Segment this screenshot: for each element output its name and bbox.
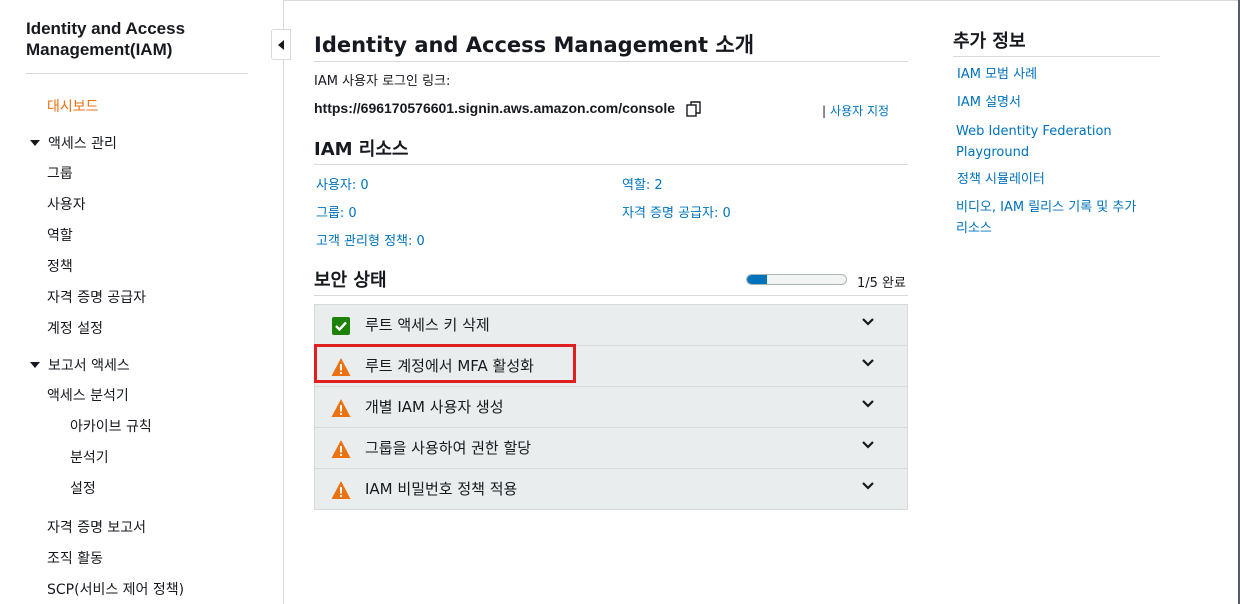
check-icon xyxy=(332,317,350,335)
sidebar-section-access-management[interactable]: 액세스 관리 xyxy=(30,133,117,153)
link-separator: | xyxy=(822,104,827,118)
sidebar-item-account-settings[interactable]: 계정 설정 xyxy=(47,318,103,338)
security-item-create-iam-users[interactable]: 개별 IAM 사용자 생성 xyxy=(315,387,907,428)
security-item-password-policy[interactable]: IAM 비밀번호 정책 적용 xyxy=(315,469,907,510)
sidebar-collapse-button[interactable] xyxy=(271,29,291,60)
chevron-down-icon xyxy=(862,318,874,326)
sidebar-nav: Identity and Access Management(IAM) 대시보드… xyxy=(0,0,284,604)
info-link-policy-simulator[interactable]: 정책 시뮬레이터 xyxy=(957,169,1157,190)
sidebar-item-users[interactable]: 사용자 xyxy=(47,194,86,214)
sidebar-item-identity-providers[interactable]: 자격 증명 공급자 xyxy=(47,287,146,307)
sidebar-section-label: 보고서 액세스 xyxy=(48,358,130,374)
security-status-list: 루트 액세스 키 삭제 루트 계정에서 MFA 활성화 개별 IAM 사용자 생… xyxy=(314,304,908,510)
sidebar-item-policies[interactable]: 정책 xyxy=(47,256,73,276)
warning-icon xyxy=(331,440,351,458)
sidebar-item-analyzer-settings[interactable]: 설정 xyxy=(70,478,96,498)
security-item-delete-root-keys[interactable]: 루트 액세스 키 삭제 xyxy=(315,305,907,346)
resources-divider xyxy=(314,164,908,165)
security-item-label: 루트 액세스 키 삭제 xyxy=(365,316,490,334)
warning-icon xyxy=(331,481,351,499)
chevron-down-icon xyxy=(862,359,874,367)
resource-identity-providers-link[interactable]: 자격 증명 공급자: 0 xyxy=(622,202,731,221)
signin-link-label: IAM 사용자 로그인 링크: xyxy=(314,74,451,89)
sidebar-divider xyxy=(26,73,248,74)
security-item-root-mfa[interactable]: 루트 계정에서 MFA 활성화 xyxy=(315,346,907,387)
info-link-videos-resources[interactable]: 비디오, IAM 릴리스 기록 및 추가 리소스 xyxy=(956,197,1152,239)
resource-users-link[interactable]: 사용자: 0 xyxy=(316,174,369,193)
signin-url: https://696170576601.signin.aws.amazon.c… xyxy=(314,100,676,116)
chevron-down-icon xyxy=(862,400,874,408)
info-divider xyxy=(953,56,1160,57)
resource-roles-link[interactable]: 역할: 2 xyxy=(622,174,663,193)
chevron-down-icon xyxy=(862,441,874,449)
warning-icon xyxy=(331,399,351,417)
customize-link[interactable]: | 사용자 지정 xyxy=(822,102,889,119)
sidebar-section-label: 액세스 관리 xyxy=(48,136,117,152)
sidebar-item-archive-rules[interactable]: 아카이브 규칙 xyxy=(70,416,152,436)
customize-label: 사용자 지정 xyxy=(830,104,890,118)
progress-text: 1/5 완료 xyxy=(857,276,906,291)
info-link-web-identity-playground[interactable]: Web Identity Federation Playground xyxy=(956,121,1156,163)
sidebar-item-analyzers[interactable]: 분석기 xyxy=(70,447,109,467)
sidebar-item-groups[interactable]: 그룹 xyxy=(47,163,73,183)
sidebar-item-access-analyzer[interactable]: 액세스 분석기 xyxy=(47,385,129,405)
progress-fill xyxy=(747,275,767,284)
additional-info-title: 추가 정보 xyxy=(953,31,1026,52)
sidebar-section-access-reports[interactable]: 보고서 액세스 xyxy=(30,355,130,375)
security-item-label: IAM 비밀번호 정책 적용 xyxy=(365,480,518,498)
security-progress-bar xyxy=(746,274,847,285)
sidebar-item-dashboard[interactable]: 대시보드 xyxy=(47,96,99,116)
chevron-down-icon xyxy=(862,482,874,490)
info-link-documentation[interactable]: IAM 설명서 xyxy=(957,92,1157,113)
sidebar-item-credential-report[interactable]: 자격 증명 보고서 xyxy=(47,517,146,537)
caret-down-icon xyxy=(30,140,40,146)
copy-icon[interactable] xyxy=(686,101,701,117)
sidebar-item-scp[interactable]: SCP(서비스 제어 정책) xyxy=(47,579,184,599)
resource-customer-policies-link[interactable]: 고객 관리형 정책: 0 xyxy=(316,230,425,249)
sidebar-title[interactable]: Identity and Access Management(IAM) xyxy=(26,18,256,60)
security-divider xyxy=(314,295,908,296)
security-item-label: 개별 IAM 사용자 생성 xyxy=(365,398,504,416)
resources-title: IAM 리소스 xyxy=(314,139,409,160)
sidebar-item-organization-activity[interactable]: 조직 활동 xyxy=(47,548,103,568)
security-item-use-groups[interactable]: 그룹을 사용하여 권한 할당 xyxy=(315,428,907,469)
security-status-title: 보안 상태 xyxy=(314,270,387,291)
sidebar-item-roles[interactable]: 역할 xyxy=(47,225,73,245)
page-title: Identity and Access Management 소개 xyxy=(314,33,755,57)
caret-left-icon xyxy=(278,39,284,50)
info-link-best-practices[interactable]: IAM 모범 사례 xyxy=(957,64,1157,85)
security-item-label: 그룹을 사용하여 권한 할당 xyxy=(365,439,532,457)
resource-groups-link[interactable]: 그룹: 0 xyxy=(316,202,357,221)
caret-down-icon xyxy=(30,362,40,368)
warning-icon xyxy=(331,358,351,376)
title-divider xyxy=(314,61,908,62)
security-item-label: 루트 계정에서 MFA 활성화 xyxy=(365,357,534,375)
